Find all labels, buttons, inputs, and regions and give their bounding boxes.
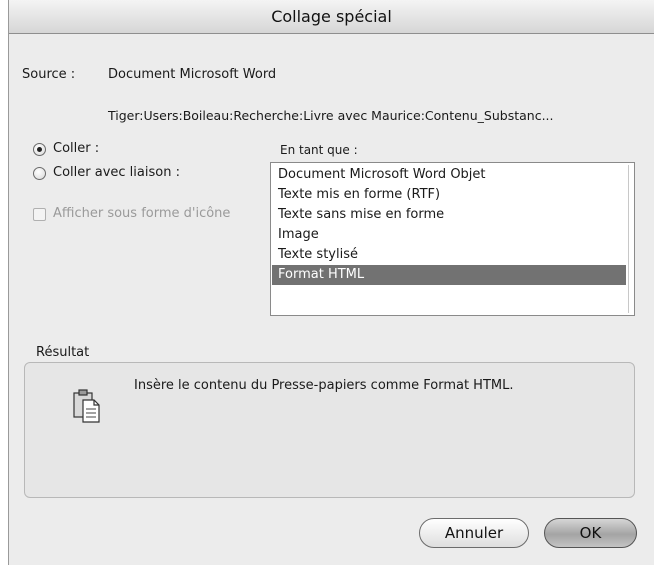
source-label: Source : (22, 67, 76, 82)
list-item[interactable]: Document Microsoft Word Objet (272, 165, 626, 185)
list-item[interactable]: Texte sans mise en forme (272, 205, 626, 225)
result-text: Insère le contenu du Presse-papiers comm… (134, 378, 514, 393)
list-item[interactable]: Image (272, 225, 626, 245)
cancel-button[interactable]: Annuler (419, 518, 529, 548)
title-bar[interactable]: Collage spécial (9, 0, 654, 34)
list-item-selected[interactable]: Format HTML (272, 265, 626, 285)
paste-radio[interactable] (33, 143, 46, 156)
list-item[interactable]: Texte stylisé (272, 245, 626, 265)
paste-link-radio[interactable] (33, 167, 46, 180)
list-item[interactable]: Texte mis en forme (RTF) (272, 185, 626, 205)
list-scrollbar[interactable] (628, 165, 633, 313)
show-as-icon-checkbox[interactable] (33, 208, 46, 221)
show-as-icon-label[interactable]: Afficher sous forme d'icône (53, 206, 230, 221)
source-path: Tiger:Users:Boileau:Recherche:Livre avec… (108, 108, 554, 123)
as-format-list[interactable]: Document Microsoft Word Objet Texte mis … (270, 162, 635, 316)
source-value: Document Microsoft Word (108, 67, 277, 82)
clipboard-icon (73, 389, 100, 423)
dialog-title: Collage spécial (271, 7, 392, 26)
ok-button[interactable]: OK (544, 518, 637, 548)
radio-selected-dot (37, 147, 42, 152)
as-label: En tant que : (280, 143, 358, 157)
result-label: Résultat (36, 345, 90, 360)
paste-radio-label[interactable]: Coller : (53, 141, 99, 156)
paste-link-radio-label[interactable]: Coller avec liaison : (53, 165, 180, 180)
